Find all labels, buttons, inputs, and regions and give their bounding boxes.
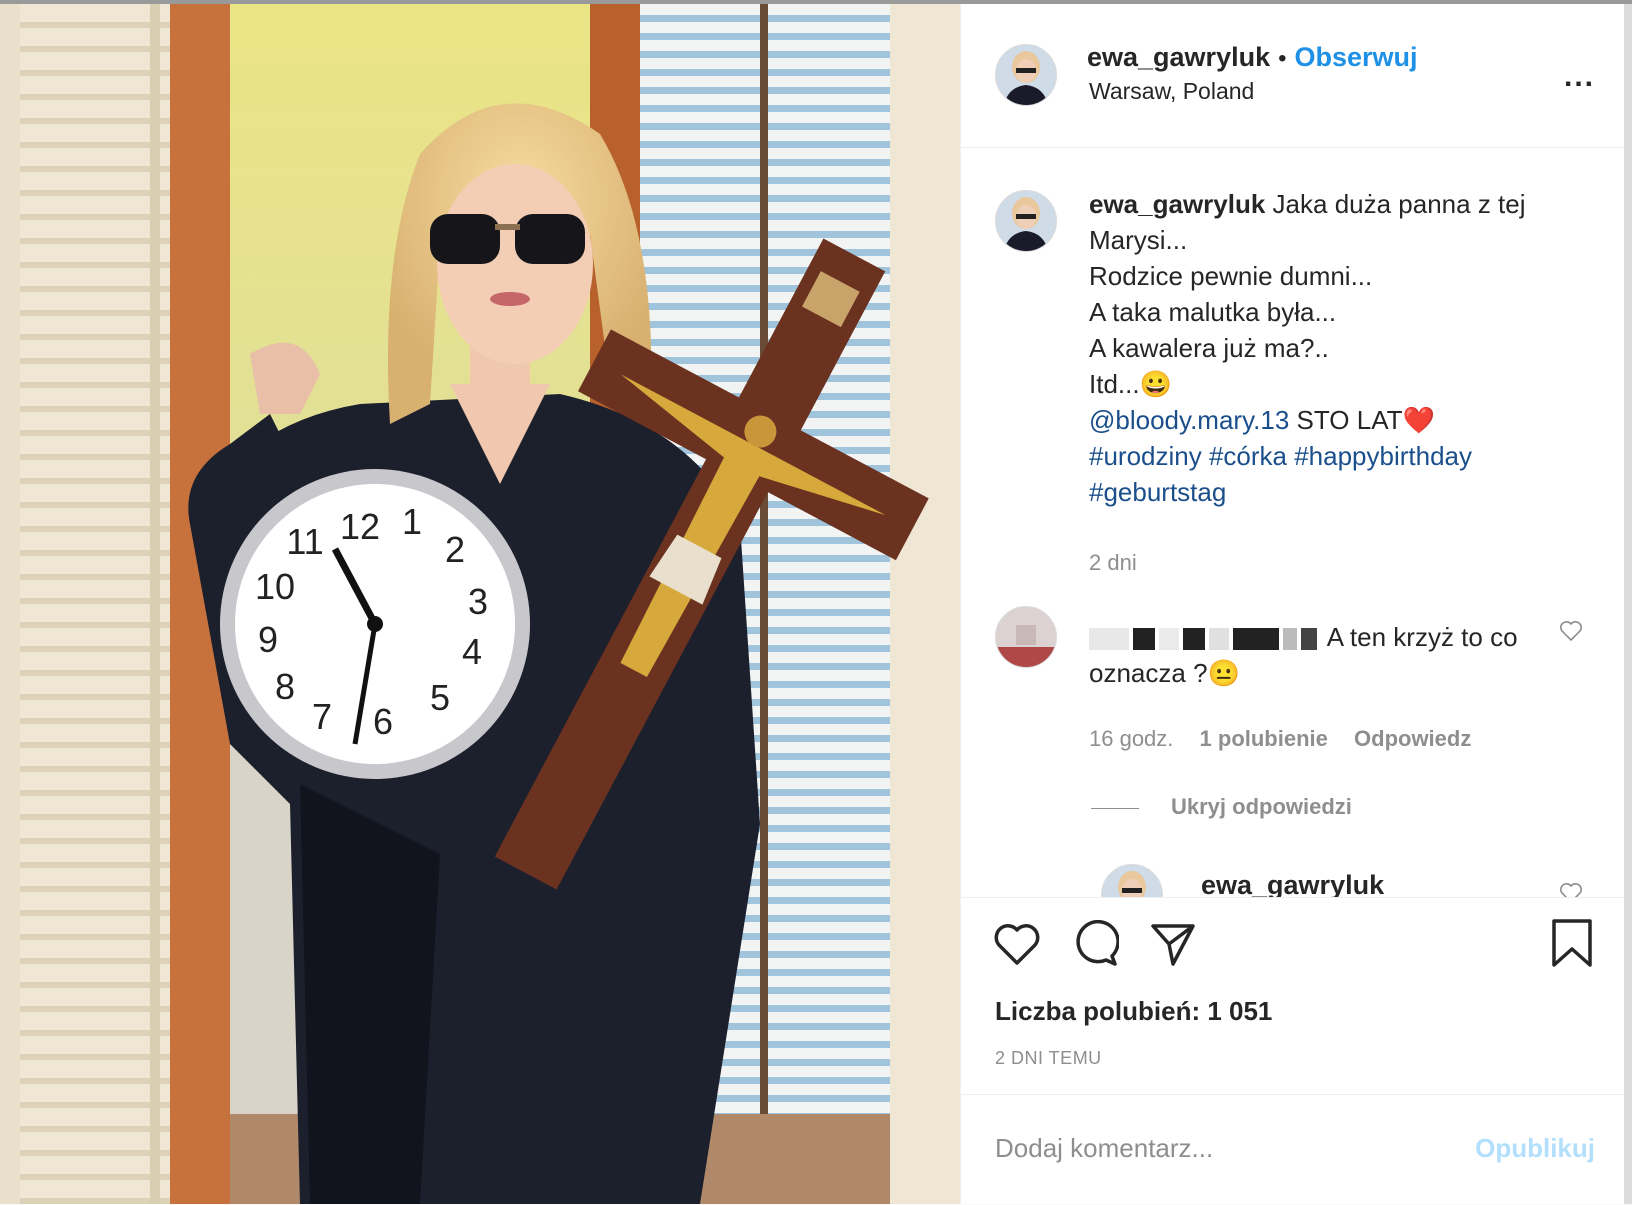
svg-text:6: 6 — [373, 701, 393, 742]
heart-icon[interactable] — [993, 922, 1041, 966]
comment-like-heart-icon[interactable] — [1559, 620, 1583, 642]
more-options-icon[interactable]: ... — [1564, 60, 1595, 94]
post-side-panel: ewa_gawryluk • Obserwuj Warsaw, Poland ...… — [960, 4, 1625, 1205]
window-edge — [1624, 4, 1632, 1204]
svg-text:7: 7 — [312, 696, 332, 737]
author-avatar[interactable] — [995, 44, 1057, 106]
reply-row: ewa_gawryluk — [961, 844, 1625, 897]
caption-line: A kawalera już ma?.. — [1089, 333, 1329, 363]
hide-replies-toggle[interactable]: Ukryj odpowiedzi — [1091, 794, 1352, 820]
comment-likes[interactable]: 1 polubienie — [1200, 726, 1328, 751]
post-photo[interactable]: 12 1 23 45 67 89 10 11 — [0, 4, 960, 1204]
reply-avatar[interactable] — [1101, 864, 1163, 897]
reply-username[interactable]: ewa_gawryluk — [1201, 870, 1384, 897]
redacted-block — [1133, 628, 1155, 651]
hide-replies-label: Ukryj odpowiedzi — [1171, 794, 1352, 819]
svg-text:11: 11 — [286, 521, 323, 562]
avatar-image — [996, 191, 1056, 251]
likes-count[interactable]: Liczba polubień: 1 051 — [995, 996, 1272, 1027]
post-header: ewa_gawryluk • Obserwuj Warsaw, Poland ... — [961, 4, 1625, 148]
caption-line: Jaka duża panna z tej — [1272, 189, 1526, 219]
follow-button[interactable]: Obserwuj — [1295, 42, 1418, 72]
comment-text: A ten krzyż to co — [1326, 622, 1518, 652]
svg-text:2: 2 — [445, 529, 465, 570]
svg-text:3: 3 — [468, 581, 488, 622]
comment-time[interactable]: 16 godz. — [1089, 726, 1173, 751]
bookmark-icon[interactable] — [1551, 918, 1593, 968]
commenter-avatar[interactable] — [995, 606, 1057, 668]
comment-text: oznacza ?😐 — [1089, 658, 1240, 688]
avatar-image-blurred — [996, 607, 1056, 667]
header-title-row: ewa_gawryluk • Obserwuj — [1087, 42, 1418, 73]
redacted-username — [1089, 628, 1129, 651]
caption-line: A taka malutka była... — [1089, 297, 1337, 327]
mention-link[interactable]: @bloody.mary.13 — [1089, 405, 1289, 435]
svg-text:8: 8 — [275, 666, 295, 707]
photo-illustration: 12 1 23 45 67 89 1011 — [0, 4, 960, 1204]
caption-avatar[interactable] — [995, 190, 1057, 252]
share-icon[interactable] — [1149, 920, 1197, 968]
redacted-block — [1183, 628, 1205, 651]
hashtags-line[interactable]: #urodziny #córka #happybirthday — [1089, 438, 1569, 474]
comment-icon[interactable] — [1071, 920, 1119, 968]
svg-text:10: 10 — [255, 566, 295, 607]
comment: A ten krzyż to co oznacza ?😐 — [1089, 619, 1559, 691]
avatar-image — [1102, 865, 1162, 897]
actions-divider — [961, 897, 1625, 898]
post-location[interactable]: Warsaw, Poland — [1089, 78, 1254, 105]
post-date[interactable]: 2 DNI TEMU — [995, 1048, 1102, 1069]
redacted-block — [1301, 628, 1317, 651]
redacted-block — [1233, 628, 1279, 651]
caption-time[interactable]: 2 dni — [1089, 550, 1137, 576]
caption-line: Marysi... — [1089, 225, 1188, 255]
author-username[interactable]: ewa_gawryluk — [1087, 42, 1270, 72]
caption-line: Rodzice pewnie dumni... — [1089, 261, 1373, 291]
redacted-block — [1159, 628, 1179, 651]
separator-dot: • — [1278, 45, 1287, 72]
caption-line: Itd...😀 — [1089, 369, 1172, 399]
add-comment-bar: Dodaj komentarz... Opublikuj — [961, 1094, 1625, 1205]
caption-username[interactable]: ewa_gawryluk — [1089, 189, 1265, 219]
redacted-block — [1209, 628, 1229, 651]
reply-button[interactable]: Odpowiedz — [1354, 726, 1471, 751]
avatar-image — [996, 45, 1056, 105]
post-caption: ewa_gawryluk Jaka duża panna z tej Marys… — [1089, 186, 1569, 510]
svg-text:4: 4 — [462, 631, 482, 672]
svg-text:12: 12 — [340, 506, 380, 547]
svg-text:9: 9 — [258, 619, 278, 660]
publish-button[interactable]: Opublikuj — [1475, 1133, 1595, 1164]
mention-text: STO LAT❤️ — [1296, 405, 1435, 435]
redacted-block — [1283, 628, 1297, 651]
comment-meta: 16 godz. 1 polubienie Odpowiedz — [1089, 726, 1491, 752]
hashtags-line[interactable]: #geburtstag — [1089, 474, 1569, 510]
svg-text:5: 5 — [430, 677, 450, 718]
reply-like-heart-icon[interactable] — [1559, 882, 1583, 897]
comment-input[interactable]: Dodaj komentarz... — [995, 1133, 1213, 1164]
replies-line — [1091, 807, 1139, 809]
svg-text:1: 1 — [402, 501, 422, 542]
